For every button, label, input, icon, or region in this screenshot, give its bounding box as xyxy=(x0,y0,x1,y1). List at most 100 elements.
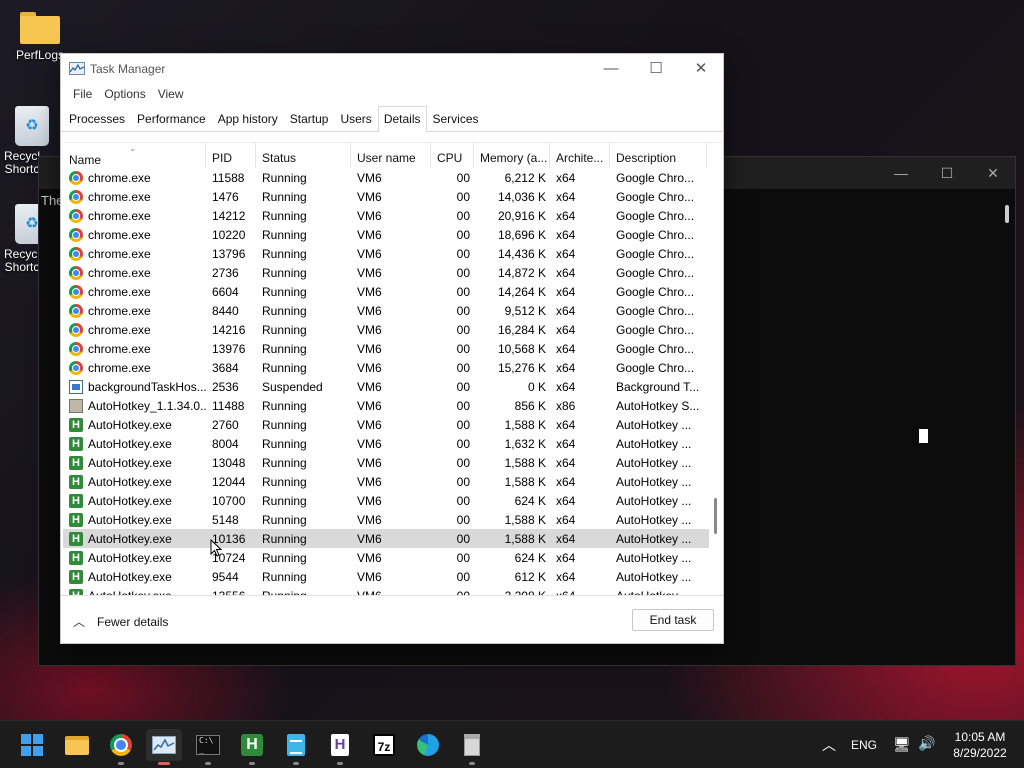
taskbar-7zip[interactable]: 7z xyxy=(366,729,402,761)
column-header-status[interactable]: Status xyxy=(256,143,351,168)
chrome-icon xyxy=(69,227,83,242)
menu-view[interactable]: View xyxy=(152,84,190,106)
volume-icon[interactable]: 🔊 xyxy=(918,735,935,768)
column-header-user-name[interactable]: User name xyxy=(351,143,431,168)
close-icon[interactable]: ✕ xyxy=(983,165,1003,182)
details-table[interactable]: ⌄ Name PID Status User name CPU Memory (… xyxy=(63,142,723,596)
clock-date: 8/29/2022 xyxy=(953,746,1007,760)
table-row[interactable]: chrome.exe 2736 Running VM6 00 14,872 K x64 Goo… xyxy=(63,263,723,282)
table-row[interactable]: chrome.exe 8440 Running VM6 00 9,512 K x64 Goog… xyxy=(63,301,723,320)
table-row[interactable]: H AutoHotkey.exe 10700 Running VM6 00 624 K x64… xyxy=(63,491,723,510)
column-header-cpu[interactable]: CPU xyxy=(431,143,474,168)
table-row[interactable]: chrome.exe 14216 Running VM6 00 16,284 K x64 Go… xyxy=(63,320,723,339)
tab-startup[interactable]: Startup xyxy=(284,106,335,131)
table-row[interactable]: chrome.exe 13976 Running VM6 00 10,568 K x64 Go… xyxy=(63,339,723,358)
table-row[interactable]: H AutoHotkey.exe 13048 Running VM6 00 1,588 K x… xyxy=(63,453,723,472)
taskbar-clipboard[interactable] xyxy=(454,729,490,765)
cell-name: chrome.exe xyxy=(63,227,206,242)
text-cursor xyxy=(919,429,928,443)
cell-architecture: x64 xyxy=(556,455,576,470)
column-header-description[interactable]: Description xyxy=(610,143,707,168)
table-row[interactable]: chrome.exe 14212 Running VM6 00 20,916 K x64 Go… xyxy=(63,206,723,225)
cell-pid: 10700 xyxy=(212,493,246,508)
taskbar-terminal[interactable]: C:\ _ xyxy=(190,729,226,765)
cell-cpu: 00 xyxy=(456,303,470,318)
table-row[interactable]: H AutoHotkey.exe 12044 Running VM6 00 1,588 K x… xyxy=(63,472,723,491)
table-row[interactable]: AutoHotkey_1.1.34.0... 11488 Running VM6 00 8… xyxy=(63,396,723,415)
cell-name: H AutoHotkey.exe xyxy=(63,455,206,470)
task-manager-window[interactable]: Task Manager — ☐ ✕ File Options View Pro… xyxy=(60,53,724,644)
taskbar-autohotkey[interactable]: H xyxy=(234,729,270,765)
chrome-icon xyxy=(69,265,83,280)
cell-name: H AutoHotkey.exe xyxy=(63,550,206,565)
taskbar-edge[interactable] xyxy=(410,729,446,761)
tab-performance[interactable]: Performance xyxy=(131,106,212,131)
close-button[interactable]: ✕ xyxy=(686,58,716,80)
process-name: AutoHotkey.exe xyxy=(88,531,172,546)
column-header-pid[interactable]: PID xyxy=(206,143,256,168)
minimize-icon[interactable]: — xyxy=(891,165,911,181)
chrome-icon xyxy=(69,360,83,375)
table-row[interactable]: chrome.exe 11588 Running VM6 00 6,212 K x64 Goo… xyxy=(63,168,723,187)
cell-user-name: VM6 xyxy=(357,265,382,280)
fewer-details-button[interactable]: ︿ Fewer details xyxy=(73,613,168,630)
maximize-icon[interactable]: ☐ xyxy=(937,165,957,182)
language-indicator[interactable]: ENG xyxy=(851,738,877,768)
end-task-button[interactable]: End task xyxy=(632,609,714,631)
scrollbar-thumb[interactable] xyxy=(714,498,717,534)
cell-cpu: 00 xyxy=(456,246,470,261)
cell-user-name: VM6 xyxy=(357,512,382,527)
tab-processes[interactable]: Processes xyxy=(63,106,131,131)
tab-users[interactable]: Users xyxy=(334,106,377,131)
show-hidden-icons-chevron-icon[interactable]: ︿ xyxy=(822,735,836,768)
cell-architecture: x64 xyxy=(556,284,576,299)
table-row[interactable]: H AutoHotkey.exe 2760 Running VM6 00 1,588 K x6… xyxy=(63,415,723,434)
table-row[interactable]: chrome.exe 1476 Running VM6 00 14,036 K x64 Goo… xyxy=(63,187,723,206)
tab-details[interactable]: Details xyxy=(377,106,427,132)
table-row[interactable]: H AutoHotkey.exe 9544 Running VM6 00 612 K x64 A… xyxy=(63,567,723,586)
cell-memory: 9,512 K xyxy=(504,303,546,318)
table-row[interactable]: chrome.exe 3684 Running VM6 00 15,276 K x64 Goo… xyxy=(63,358,723,377)
taskbar-h-editor[interactable]: H xyxy=(322,729,358,765)
cell-user-name: VM6 xyxy=(357,189,382,204)
table-row[interactable]: backgroundTaskHos... 2536 Suspended VM6 00 0 … xyxy=(63,377,723,396)
task-manager-icon xyxy=(69,62,85,75)
cell-user-name: VM6 xyxy=(357,474,382,489)
cell-user-name: VM6 xyxy=(357,493,382,508)
menu-file[interactable]: File xyxy=(67,84,98,106)
table-row[interactable]: H AutoHotkey.exe 10724 Running VM6 00 624 Kx64… xyxy=(63,548,723,567)
titlebar[interactable]: Task Manager — ☐ ✕ xyxy=(61,54,723,84)
taskbar-task-manager[interactable] xyxy=(146,729,182,765)
table-scrollbar[interactable] xyxy=(709,168,723,596)
cell-status: Running xyxy=(262,436,307,451)
table-row[interactable]: chrome.exe 6604 Running VM6 00 14,264 K x64 Goo… xyxy=(63,282,723,301)
table-row[interactable]: chrome.exe 10220 Running VM6 00 18,696 K x64 Go… xyxy=(63,225,723,244)
table-row[interactable]: H AutoHotkey.exe 8004 Running VM6 00 1,632 K x6… xyxy=(63,434,723,453)
cell-name: H AutoHotkey.exe xyxy=(63,493,206,508)
table-row[interactable]: H AutoHotkey.exe 10136 Running VM6 00 1,588 Kx… xyxy=(63,529,723,548)
cell-architecture: x64 xyxy=(556,512,576,527)
cell-cpu: 00 xyxy=(456,569,470,584)
tab-app-history[interactable]: App history xyxy=(212,106,284,131)
chrome-icon xyxy=(69,303,83,318)
start-button[interactable] xyxy=(14,729,50,761)
cell-memory: 6,212 K xyxy=(504,170,546,185)
cell-description: AutoHotkey ... xyxy=(616,455,692,470)
column-header-memory[interactable]: Memory (a... xyxy=(474,143,550,168)
taskbar-chrome[interactable] xyxy=(103,729,139,765)
minimize-button[interactable]: — xyxy=(596,58,626,80)
maximize-button[interactable]: ☐ xyxy=(641,58,671,80)
taskbar-file-explorer[interactable] xyxy=(59,729,95,761)
tab-services[interactable]: Services xyxy=(427,106,485,131)
menu-options[interactable]: Options xyxy=(98,84,151,106)
table-row[interactable]: chrome.exe 13796 Running VM6 00 14,436 K x64 Go… xyxy=(63,244,723,263)
column-header-architecture[interactable]: Archite... xyxy=(550,143,610,168)
cell-pid: 14212 xyxy=(212,208,246,223)
clock[interactable]: 10:05 AM 8/29/2022 xyxy=(940,729,1020,768)
console-scrollbar[interactable] xyxy=(1005,205,1009,223)
autohotkey-icon: H xyxy=(69,569,83,584)
taskbar-notepad[interactable] xyxy=(278,729,314,765)
network-icon[interactable]: 🖥 xyxy=(893,736,911,768)
cell-name: H AutoHotkey.exe xyxy=(63,474,206,489)
table-row[interactable]: H AutoHotkey.exe 5148 Running VM6 00 1,588 K x6… xyxy=(63,510,723,529)
